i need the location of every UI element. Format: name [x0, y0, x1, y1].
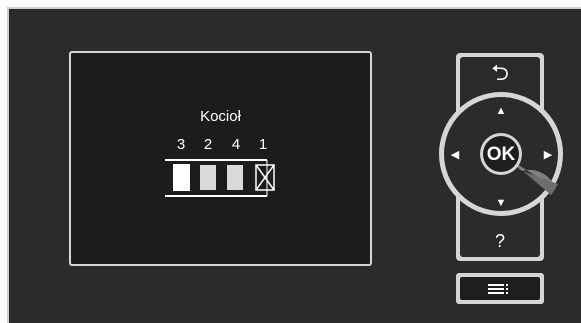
help-button[interactable]: ? [461, 226, 539, 256]
menu-list-icon [488, 284, 508, 294]
slot-4-grey [227, 165, 243, 190]
slot-2-grey [200, 165, 216, 190]
menu-button[interactable] [460, 277, 540, 300]
display-screen: Kocioł 3 2 4 1 [69, 51, 372, 266]
slot-3-filled [173, 164, 190, 191]
ok-label[interactable]: OK [482, 138, 520, 172]
boiler-slots-diagram [165, 159, 275, 197]
left-arrow-icon[interactable]: ◀ [448, 148, 462, 162]
right-arrow-icon[interactable]: ▶ [541, 148, 555, 162]
back-arrow-icon: ⮌ [491, 60, 509, 85]
down-arrow-icon[interactable]: ▼ [494, 196, 508, 210]
up-arrow-icon[interactable]: ▲ [494, 104, 508, 118]
back-button[interactable]: ⮌ [461, 58, 539, 88]
